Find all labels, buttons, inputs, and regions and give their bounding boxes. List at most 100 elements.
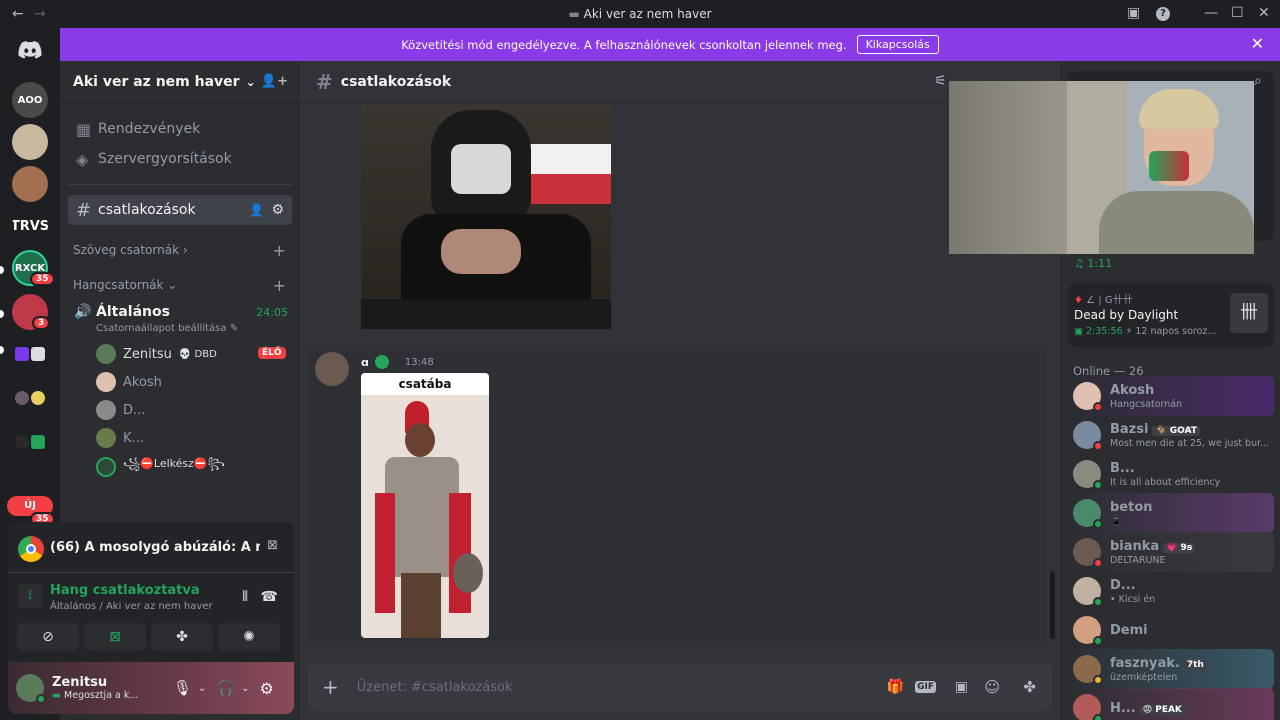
window-title: ▬ Aki ver az nem haver bbox=[568, 7, 712, 21]
headphones-icon[interactable]: 🎧 bbox=[216, 679, 235, 697]
member-row[interactable]: fasznyak. 7th üzemképtelen bbox=[1068, 649, 1274, 689]
server-folder-2[interactable] bbox=[12, 380, 48, 416]
apps-icon[interactable]: ✤ bbox=[1023, 678, 1036, 696]
user-info[interactable]: Zenitsu ▬ Megosztja a k... bbox=[52, 675, 147, 701]
close-window-icon[interactable]: ✕ bbox=[1258, 5, 1270, 21]
member-row[interactable]: bianka 💗 9ꞩ DELTARUNE bbox=[1068, 532, 1274, 572]
screen-share-button[interactable]: ⊠ bbox=[84, 623, 146, 651]
voice-user-name: K... bbox=[123, 430, 144, 446]
member-name-text: B... bbox=[1110, 460, 1135, 476]
server-icon-3[interactable] bbox=[12, 166, 48, 202]
user-settings-icon[interactable]: ⚙ bbox=[260, 679, 274, 698]
server-icon-4[interactable]: TRVS bbox=[12, 208, 48, 244]
message-input[interactable]: Üzenet: #csatlakozások bbox=[357, 680, 513, 695]
minimize-icon[interactable]: — bbox=[1204, 5, 1218, 21]
voice-path[interactable]: Általános / Aki ver az nem haver bbox=[50, 601, 213, 612]
disable-streamer-mode-button[interactable]: Kikapcsolás bbox=[856, 35, 939, 54]
status-dot bbox=[1093, 636, 1103, 646]
server-label: TRVS bbox=[12, 218, 48, 234]
text-category[interactable]: Szöveg csatornák › bbox=[73, 243, 188, 257]
disconnect-icon[interactable]: ☎ bbox=[261, 589, 278, 605]
invite-icon[interactable]: 👤 bbox=[249, 203, 264, 217]
banner-close-icon[interactable]: ✕ bbox=[1251, 34, 1264, 53]
soundboard-button[interactable]: ✺ bbox=[218, 623, 280, 651]
search-icon[interactable]: ⌕ bbox=[1254, 73, 1262, 89]
user-area: Zenitsu ▬ Megosztja a k... 🎙 ⌄ 🎧 ⌄ ⚙ bbox=[8, 662, 294, 714]
noise-suppression-icon[interactable]: ⫴ bbox=[242, 589, 248, 605]
avatar bbox=[1073, 421, 1103, 451]
member-row[interactable]: Bazsi 🐐 GOAT Most men die at 25, we just b… bbox=[1068, 415, 1274, 455]
category-label: Szöveg csatornák bbox=[73, 243, 180, 257]
channel-csatlakozasok[interactable]: # csatlakozások 👤 ⚙ bbox=[68, 195, 292, 225]
guild-name: Aki ver az nem haver bbox=[73, 73, 240, 90]
user-status: ▬ Megosztja a k... bbox=[52, 690, 139, 701]
scrollbar[interactable] bbox=[1050, 571, 1055, 639]
events-item[interactable]: ▦ Rendezvények bbox=[68, 114, 292, 144]
inbox-icon[interactable]: ▣ bbox=[1127, 5, 1140, 21]
camera-off-button[interactable]: ⊘ bbox=[17, 623, 79, 651]
voice-user[interactable]: Zenitsu 💀 DBD bbox=[96, 341, 217, 367]
voice-user[interactable]: Akosh bbox=[96, 369, 162, 395]
help-icon[interactable]: ? bbox=[1156, 7, 1170, 21]
add-channel-icon[interactable]: + bbox=[273, 241, 286, 260]
message-image-1[interactable] bbox=[361, 104, 611, 299]
member-row[interactable]: Demi bbox=[1068, 610, 1274, 650]
invite-people-icon[interactable]: 👤+ bbox=[261, 74, 288, 89]
discord-home-icon[interactable] bbox=[12, 32, 48, 68]
chevron-down-icon[interactable]: ⌄ bbox=[241, 683, 249, 694]
boosts-item[interactable]: ◈ Szervergyorsítások bbox=[68, 144, 292, 174]
member-row[interactable]: D... • Kicsi én bbox=[1068, 571, 1274, 611]
guild-header[interactable]: Aki ver az nem haver ⌄ 👤+ bbox=[60, 61, 300, 103]
member-row[interactable]: H... 😡 PEAK bbox=[1068, 688, 1274, 720]
member-tag: 7th bbox=[1183, 659, 1207, 670]
microphone-icon[interactable]: 🎙 bbox=[173, 679, 192, 697]
message-image-2[interactable]: csatába bbox=[361, 373, 489, 638]
voice-status[interactable]: Csatornaállapot beállítása ✎ bbox=[96, 323, 238, 334]
voice-channel-altalanos[interactable]: 🔊 Általános 24:05 bbox=[74, 302, 288, 322]
author-name[interactable]: ɑ bbox=[361, 356, 369, 369]
gif-icon[interactable]: GIF bbox=[915, 681, 936, 693]
stop-stream-icon[interactable]: ⊠ bbox=[267, 538, 278, 553]
voice-user[interactable]: ꧁⛔Lelkész⛔꧂ bbox=[96, 454, 225, 480]
avatar bbox=[96, 344, 116, 364]
game-activity-card[interactable]: ♦ ∠ | G卄卄 Dead by Daylight ▣ 2:35:56 ⚡ 1… bbox=[1068, 283, 1274, 347]
member-row[interactable]: Akosh Hangcsatornán bbox=[1068, 376, 1274, 416]
avatar[interactable] bbox=[16, 674, 46, 704]
message-avatar[interactable] bbox=[315, 352, 349, 386]
server-folder-3[interactable] bbox=[12, 424, 48, 460]
chevron-down-icon[interactable]: ⌄ bbox=[198, 683, 206, 694]
voice-user-name: Akosh bbox=[123, 374, 162, 390]
gift-icon[interactable]: 🎁 bbox=[887, 679, 904, 695]
member-text: B... It is all about efficiency bbox=[1110, 461, 1220, 488]
divider bbox=[68, 184, 292, 185]
boost-icon: ◈ bbox=[76, 149, 89, 169]
add-attachment-icon[interactable]: + bbox=[322, 675, 339, 699]
voice-user-name: D... bbox=[123, 402, 146, 418]
voice-user-name: Zenitsu bbox=[123, 346, 172, 362]
voice-user[interactable]: K... bbox=[96, 425, 144, 451]
member-row[interactable]: beton 📱 bbox=[1068, 493, 1274, 533]
user-status-text: Megosztja a k... bbox=[64, 690, 139, 701]
gear-icon[interactable]: ⚙ bbox=[271, 202, 284, 218]
stream-preview[interactable] bbox=[949, 81, 1254, 254]
sticker-icon[interactable]: ▣ bbox=[955, 679, 968, 695]
status-dot bbox=[1093, 714, 1103, 720]
threads-icon[interactable]: ⚟ bbox=[934, 73, 947, 89]
signal-icon[interactable]: ⟟ bbox=[18, 584, 42, 608]
maximize-icon[interactable]: ☐ bbox=[1231, 5, 1244, 21]
member-row[interactable]: B... It is all about efficiency bbox=[1068, 454, 1274, 494]
add-channel-icon[interactable]: + bbox=[273, 276, 286, 295]
window-title-text: Aki ver az nem haver bbox=[583, 7, 712, 21]
user-name: Zenitsu bbox=[52, 675, 108, 690]
server-icon-2[interactable] bbox=[12, 124, 48, 160]
avatar bbox=[96, 457, 116, 477]
server-folder-1[interactable] bbox=[12, 336, 48, 372]
server-icon-1[interactable]: AOO bbox=[12, 82, 48, 118]
emoji-icon[interactable]: ☺ bbox=[984, 678, 1000, 696]
activities-button[interactable]: ✤ bbox=[151, 623, 213, 651]
status-dot bbox=[1093, 480, 1103, 490]
voice-user[interactable]: D... bbox=[96, 397, 145, 423]
voice-category[interactable]: Hangcsatornák ⌄ bbox=[73, 278, 177, 292]
voice-connected-label[interactable]: Hang csatlakoztatva bbox=[50, 583, 200, 598]
video-bar bbox=[361, 299, 611, 329]
